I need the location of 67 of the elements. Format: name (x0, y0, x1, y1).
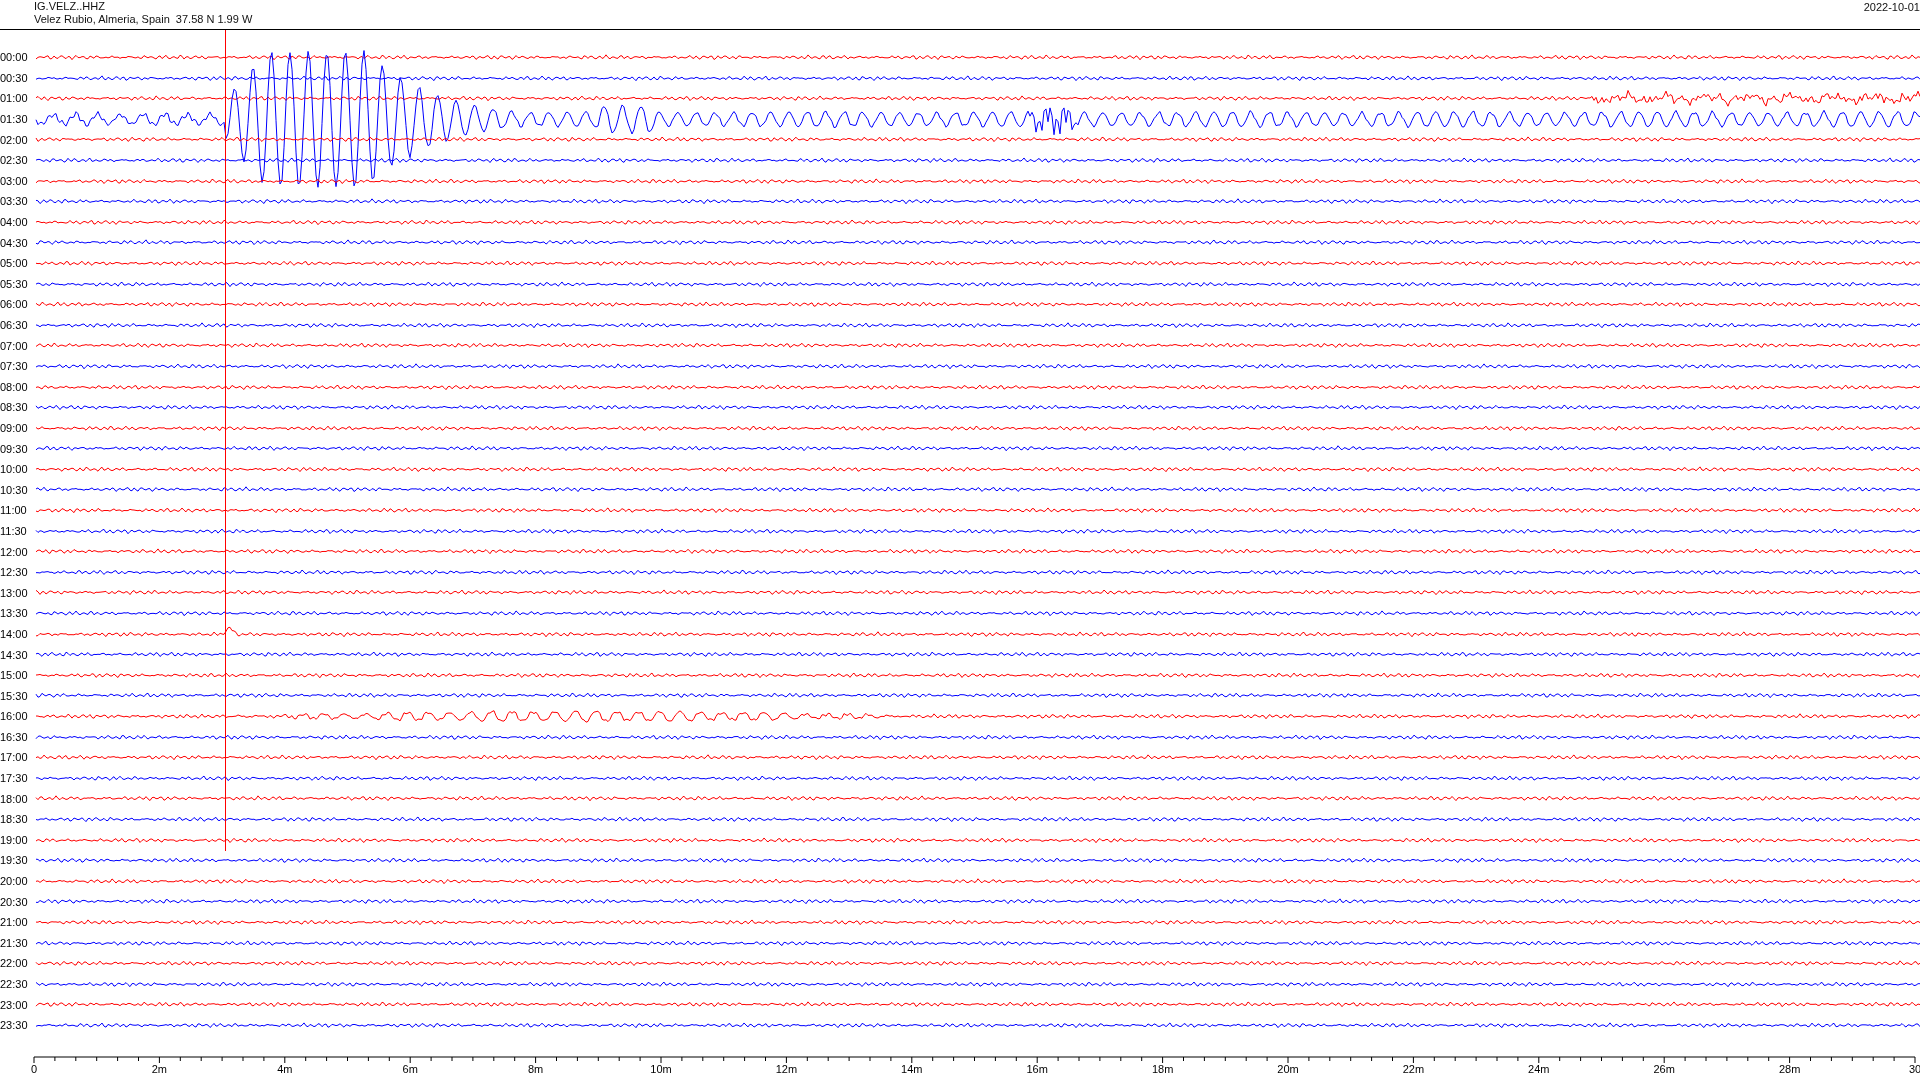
axis-tick-label: 2m (151, 1063, 168, 1075)
time-label: 06:00 (0, 298, 29, 311)
time-label: 04:00 (0, 216, 29, 229)
time-label: 03:00 (0, 174, 29, 187)
time-label: 15:00 (0, 669, 29, 682)
time-label: 12:00 (0, 545, 29, 558)
axis-tick-label: 16m (1026, 1063, 1048, 1075)
time-label: 03:30 (0, 195, 29, 208)
axis-tick-label: 4m (277, 1063, 293, 1075)
time-label: 12:30 (0, 566, 29, 579)
date-label: 2022-10-01 (1863, 1, 1920, 14)
time-label: 17:00 (0, 751, 29, 764)
time-label: 11:30 (0, 524, 28, 537)
time-label: 11:00 (0, 504, 28, 517)
time-label: 22:00 (0, 957, 29, 970)
station-location: Velez Rubio, Almeria, Spain 37.58 N 1.99 W (34, 13, 253, 26)
axis-tick-label: 22m (1402, 1063, 1425, 1075)
axis-tick-label: 18m (1151, 1063, 1174, 1075)
time-label: 00:00 (0, 51, 29, 64)
time-label: 19:00 (0, 833, 29, 846)
axis-tick-label: 24m (1528, 1063, 1550, 1075)
time-label: 14:00 (0, 627, 29, 640)
time-label: 16:30 (0, 730, 29, 743)
time-label: 10:30 (0, 483, 29, 496)
time-label: 21:30 (0, 936, 29, 949)
axis-tick-label: 14m (901, 1063, 923, 1075)
time-label: 21:00 (0, 916, 29, 929)
axis-tick-label: 28m (1778, 1063, 1801, 1075)
axis-tick-label: 10m (650, 1063, 672, 1075)
time-label: 09:00 (0, 422, 29, 434)
time-label: 14:30 (0, 648, 29, 661)
time-label: 20:30 (0, 895, 29, 908)
time-label: 07:30 (0, 360, 29, 373)
axis-tick-label: 12m (775, 1063, 798, 1075)
axis-tick-label: 0 (30, 1063, 38, 1075)
axis-tick-label: 30 (1908, 1063, 1920, 1075)
time-label: 02:30 (0, 154, 29, 167)
time-label: 17:30 (0, 772, 29, 785)
time-label: 01:00 (0, 92, 29, 105)
axis-tick-label: 6m (402, 1063, 418, 1075)
time-label: 13:00 (0, 586, 29, 599)
station-code: IG.VELZ..HHZ (34, 0, 106, 13)
time-label: 23:00 (0, 998, 29, 1011)
time-label: 15:30 (0, 689, 29, 702)
time-label: 08:30 (0, 401, 29, 414)
axis-tick-label: 26m (1653, 1063, 1675, 1075)
time-label: 02:00 (0, 133, 29, 146)
time-label: 07:00 (0, 339, 29, 352)
time-label: 00:30 (0, 71, 29, 84)
time-label: 22:30 (0, 978, 29, 990)
time-label: 10:00 (0, 463, 29, 476)
axis-tick-label: 20m (1277, 1063, 1299, 1075)
time-label: 08:00 (0, 380, 29, 393)
time-label: 05:30 (0, 277, 29, 290)
time-label: 01:30 (0, 113, 29, 126)
time-label: 19:30 (0, 854, 29, 867)
time-label: 18:00 (0, 792, 29, 805)
time-label: 06:30 (0, 319, 29, 331)
time-label: 23:30 (0, 1019, 29, 1032)
time-label: 18:30 (0, 813, 29, 826)
time-label: 13:30 (0, 607, 29, 620)
axis-tick-label: 8m (527, 1063, 544, 1075)
time-label: 09:30 (0, 442, 29, 455)
time-label: 05:00 (0, 257, 29, 270)
time-label: 16:00 (0, 710, 29, 723)
time-label: 04:30 (0, 236, 29, 249)
time-label: 20:00 (0, 875, 29, 888)
